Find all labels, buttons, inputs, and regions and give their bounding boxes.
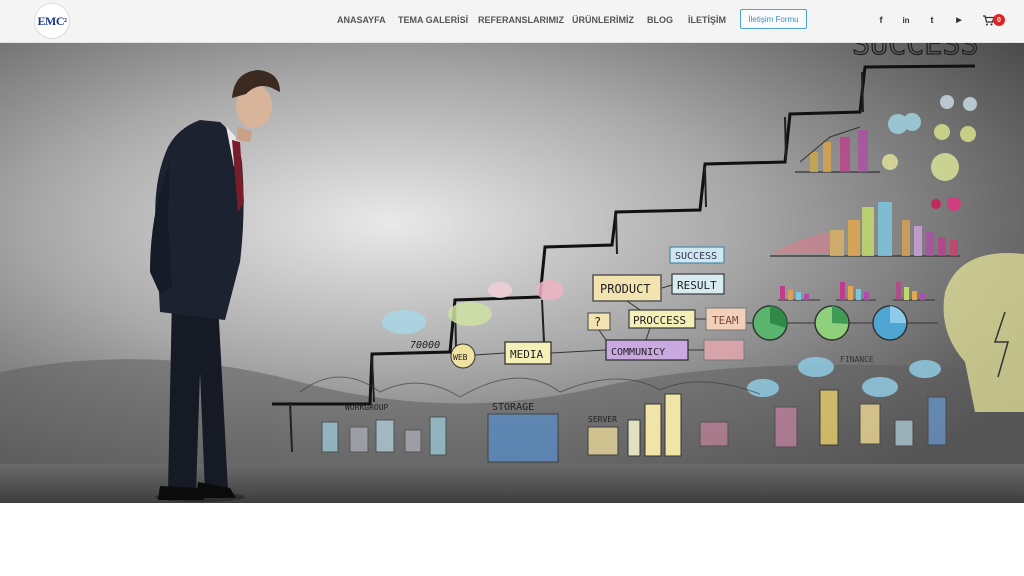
logo-text: EMC	[37, 13, 65, 28]
web-circle-text: WEB	[453, 353, 468, 362]
question-box-text: ?	[594, 315, 601, 329]
linkedin-icon[interactable]: in	[899, 13, 913, 27]
success-heading-text: SUCCESS	[852, 42, 978, 62]
community-box-text: COMMUNICY	[611, 347, 665, 358]
nav-blog[interactable]: BLOG	[647, 15, 673, 25]
result-box-text: RESULT	[677, 279, 717, 292]
youtube-icon[interactable]: ▶	[952, 13, 966, 27]
twitter-icon[interactable]: t	[925, 13, 939, 27]
hero-banner: SUCCESS SUCCESS PRODUCT RESULT ? PROCCES…	[0, 42, 1024, 503]
finance-text: FINANCE	[840, 355, 874, 364]
team-box-text: TEAM	[712, 314, 739, 327]
small-dot-pink	[931, 199, 941, 209]
hero-illustration: SUCCESS SUCCESS PRODUCT RESULT ? PROCCES…	[0, 42, 1024, 503]
success-box-text: SUCCESS	[675, 251, 717, 262]
floor	[0, 464, 1024, 503]
pie-pink	[947, 197, 961, 211]
storage-text: STORAGE	[492, 402, 534, 413]
number-text: 70000	[410, 340, 440, 351]
logo-sup: 2	[64, 18, 67, 24]
server-text: SERVER	[588, 415, 617, 424]
nav-urunlerimiz[interactable]: ÜRÜNLERİMİZ	[572, 15, 634, 25]
cart-button[interactable]: 0	[983, 12, 1007, 28]
nav-referanslarimiz[interactable]: REFERANSLARIMIZ	[478, 15, 564, 25]
site-header: EMC 2 ANASAYFA TEMA GALERİSİ REFERANSLARI…	[0, 0, 1024, 43]
content-area-blank	[0, 503, 1024, 576]
nav-tema-galerisi[interactable]: TEMA GALERİSİ	[398, 15, 468, 25]
media-box-text: MEDIA	[510, 348, 543, 361]
cart-count-badge: 0	[993, 14, 1005, 26]
nav-anasayfa[interactable]: ANASAYFA	[337, 15, 386, 25]
contact-form-button[interactable]: İletişim Formu	[740, 9, 807, 29]
facebook-icon[interactable]: f	[874, 13, 888, 27]
nav-iletisim[interactable]: İLETİŞİM	[688, 15, 726, 25]
product-box-text: PRODUCT	[600, 282, 651, 296]
emc-logo[interactable]: EMC 2	[34, 3, 70, 39]
workgroup-text: WORKGROUP	[345, 403, 389, 412]
process-box-text: PROCCESS	[633, 314, 686, 327]
